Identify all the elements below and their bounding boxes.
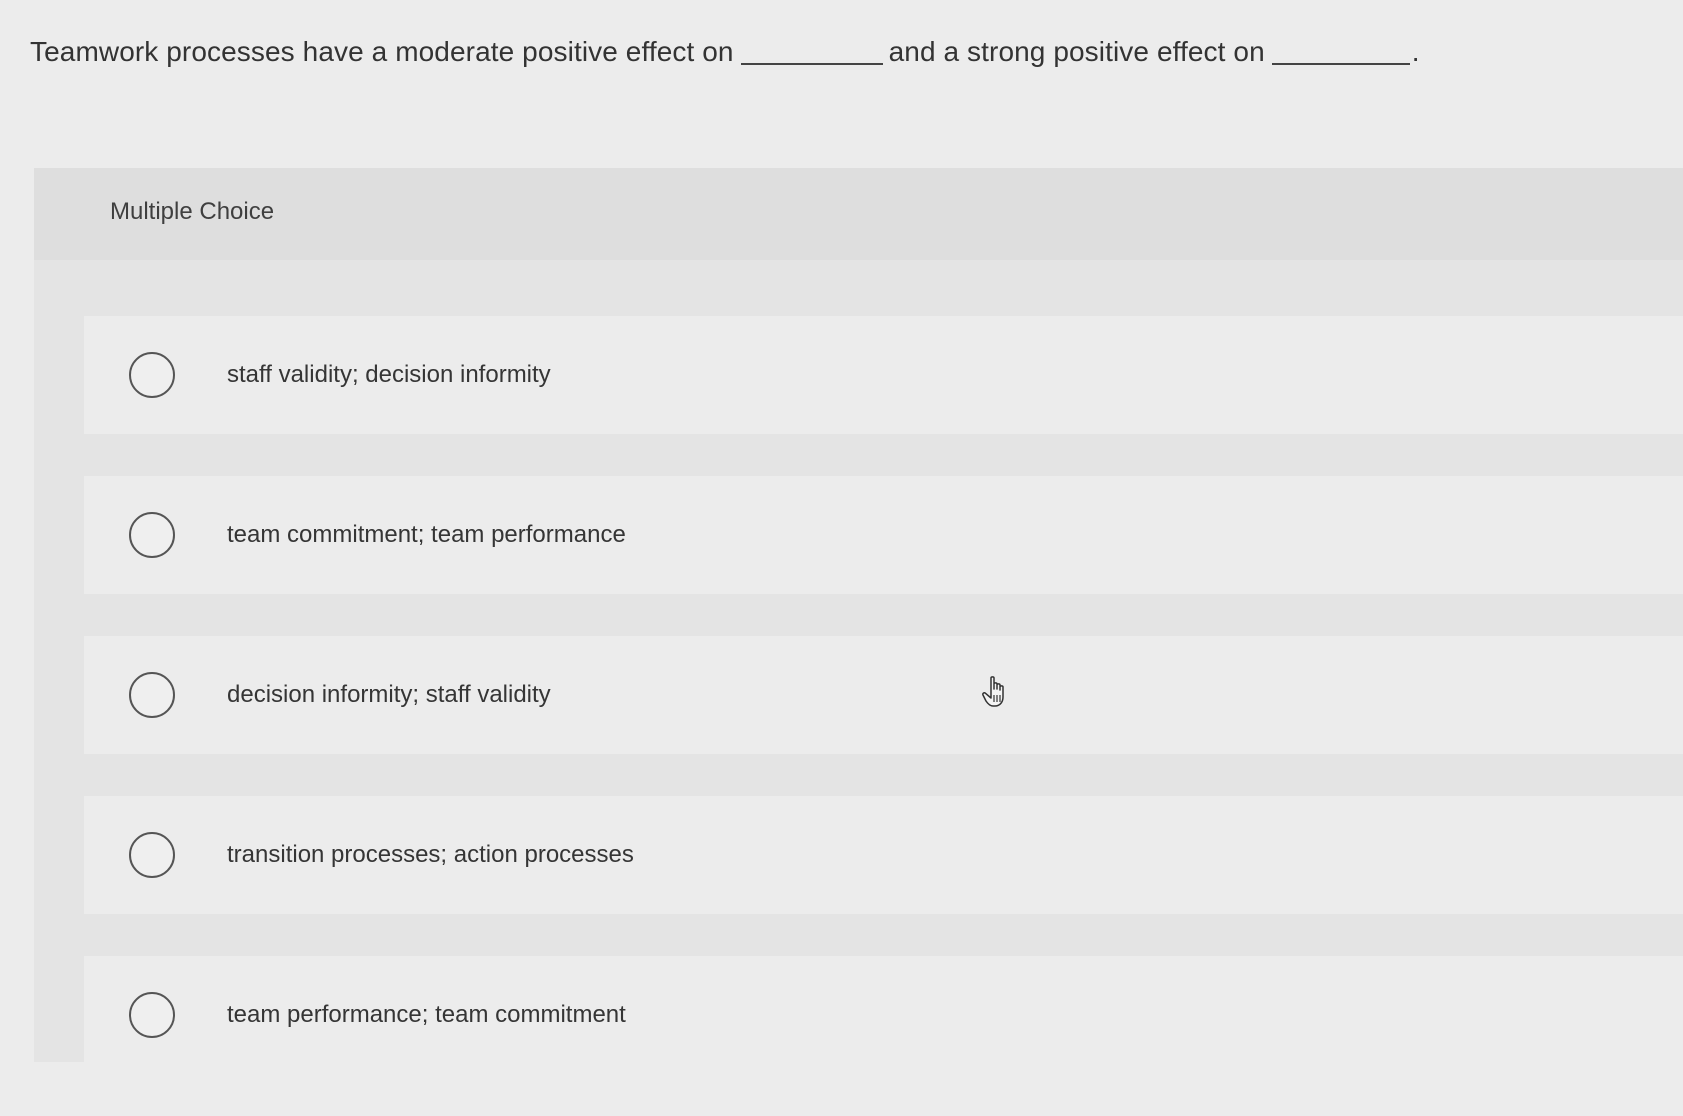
option-label-3: decision informity; staff validity: [227, 681, 551, 708]
question-end: .: [1411, 36, 1420, 67]
option-1[interactable]: staff validity; decision informity: [84, 316, 1683, 434]
question-text: Teamwork processes have a moderate posit…: [30, 36, 1420, 68]
option-4[interactable]: transition processes; action processes: [84, 796, 1683, 914]
option-2[interactable]: team commitment; team performance: [84, 476, 1683, 594]
radio-button-2[interactable]: [129, 512, 175, 558]
radio-button-5[interactable]: [129, 992, 175, 1038]
option-label-1: staff validity; decision informity: [227, 361, 551, 388]
blank-2: [1271, 62, 1410, 65]
radio-button-4[interactable]: [129, 832, 175, 878]
question-part-2: and a strong positive effect on: [888, 36, 1265, 67]
blank-1: [740, 62, 883, 65]
radio-button-3[interactable]: [129, 672, 175, 718]
option-5[interactable]: team performance; team commitment: [84, 956, 1683, 1074]
multiple-choice-panel: Multiple Choice staff validity; decision…: [34, 168, 1683, 1074]
option-label-5: team performance; team commitment: [227, 1001, 626, 1028]
option-3[interactable]: decision informity; staff validity: [84, 636, 1683, 754]
hand-pointer-icon: [982, 676, 1004, 707]
multiple-choice-label: Multiple Choice: [110, 198, 275, 225]
option-label-4: transition processes; action processes: [227, 841, 634, 868]
options-list: staff validity; decision informity team …: [84, 316, 1683, 1116]
option-label-2: team commitment; team performance: [227, 521, 626, 548]
question-part-1: Teamwork processes have a moderate posit…: [30, 36, 734, 67]
multiple-choice-header: Multiple Choice: [34, 168, 1683, 260]
radio-button-1[interactable]: [129, 352, 175, 398]
